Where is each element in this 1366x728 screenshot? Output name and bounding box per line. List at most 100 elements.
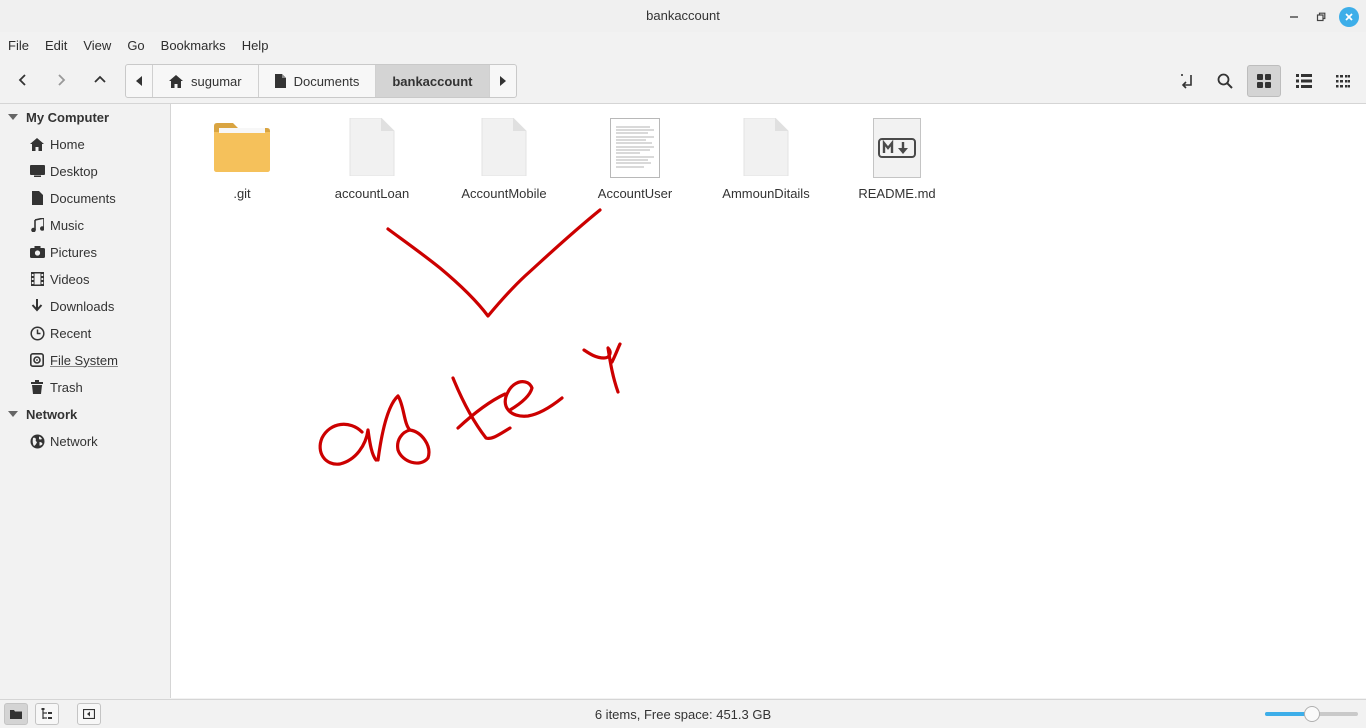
sidebar-item-label: Music — [50, 217, 84, 233]
document-icon — [274, 74, 286, 88]
status-bar: 6 items, Free space: 451.3 GB — [0, 699, 1366, 728]
file-item-readme[interactable]: README.md — [837, 118, 957, 201]
menu-help[interactable]: Help — [234, 35, 277, 59]
arrow-left-icon — [18, 74, 26, 86]
file-name: AmmounDitails — [722, 186, 810, 201]
trash-icon — [28, 380, 46, 394]
file-name: .git — [233, 186, 251, 201]
folder-icon — [182, 118, 302, 180]
breadcrumb-label: Documents — [293, 73, 360, 89]
menu-bookmarks[interactable]: Bookmarks — [153, 35, 234, 59]
sidebar-item-label: Home — [50, 136, 85, 152]
sidebar-item-label: Network — [50, 433, 98, 449]
sidebar-item-recent[interactable]: Recent — [28, 321, 91, 345]
search-button[interactable] — [1208, 65, 1242, 97]
sidebar-item-label: Pictures — [50, 244, 97, 260]
sidebar-item-home[interactable]: Home — [28, 132, 85, 156]
compact-view-button[interactable] — [1326, 65, 1360, 97]
sidebar-item-videos[interactable]: Videos — [28, 267, 90, 291]
sidebar-section-my-computer[interactable]: My Computer — [0, 105, 109, 129]
home-icon — [169, 74, 183, 88]
file-name: accountLoan — [334, 186, 410, 201]
title-bar: bankaccount — [0, 0, 1366, 32]
back-button[interactable] — [9, 67, 37, 93]
window-title: bankaccount — [646, 8, 720, 23]
menu-bar: File Edit View Go Bookmarks Help — [0, 35, 276, 59]
breadcrumb-documents[interactable]: Documents — [259, 65, 377, 97]
breadcrumb-label: bankaccount — [392, 73, 473, 89]
sidebar-item-downloads[interactable]: Downloads — [28, 294, 114, 318]
triangle-right-icon — [499, 76, 506, 86]
file-item-ammounditails[interactable]: AmmounDitails — [706, 118, 826, 201]
sidebar-item-desktop[interactable]: Desktop — [28, 159, 98, 183]
zoom-slider-handle[interactable] — [1303, 706, 1320, 722]
triangle-left-icon — [136, 76, 142, 86]
blank-file-icon — [706, 118, 826, 180]
sidebar-item-label: File System — [50, 352, 118, 368]
menu-file[interactable]: File — [0, 35, 37, 59]
handwritten-annotation — [318, 208, 622, 466]
sidebar-item-label: Downloads — [50, 298, 115, 314]
breadcrumb-left-button[interactable] — [126, 65, 153, 97]
sidebar-item-trash[interactable]: Trash — [28, 375, 83, 399]
breadcrumb-bankaccount[interactable]: bankaccount — [376, 65, 490, 97]
file-name: AccountUser — [597, 186, 673, 201]
file-item-accountmobile[interactable]: AccountMobile — [444, 118, 564, 201]
grid-view-icon — [1257, 74, 1271, 88]
document-icon — [28, 191, 46, 205]
home-icon — [28, 137, 46, 151]
file-item-accountuser[interactable]: AccountUser — [575, 118, 695, 201]
search-icon — [1217, 73, 1233, 89]
file-name: AccountMobile — [461, 186, 547, 201]
restore-icon — [1316, 12, 1326, 22]
desktop-icon — [28, 165, 46, 177]
menu-edit[interactable]: Edit — [37, 35, 75, 59]
compact-view-icon — [1336, 75, 1350, 88]
breadcrumb-label: sugumar — [191, 73, 242, 89]
file-name: README.md — [858, 186, 936, 201]
icon-view-button[interactable] — [1247, 65, 1281, 97]
sidebar-item-label: Videos — [50, 271, 90, 287]
camera-icon — [28, 246, 46, 258]
menu-go[interactable]: Go — [119, 35, 152, 59]
sidebar-item-documents[interactable]: Documents — [28, 186, 116, 210]
markdown-icon — [837, 118, 957, 180]
close-button[interactable] — [1339, 7, 1359, 27]
file-item-accountloan[interactable]: accountLoan — [312, 118, 432, 201]
breadcrumb-right-button[interactable] — [490, 65, 516, 97]
sidebar-item-label: Documents — [50, 190, 116, 206]
close-icon — [1345, 13, 1353, 21]
text-file-icon — [575, 118, 695, 180]
blank-file-icon — [444, 118, 564, 180]
minimize-button[interactable] — [1284, 7, 1304, 27]
file-item-git[interactable]: .git — [182, 118, 302, 201]
menu-view[interactable]: View — [75, 35, 119, 59]
forward-button[interactable] — [47, 67, 75, 93]
chevron-down-icon — [0, 410, 26, 418]
sidebar-item-label: Trash — [50, 379, 83, 395]
status-text: 6 items, Free space: 451.3 GB — [594, 707, 772, 722]
zoom-slider[interactable] — [1265, 706, 1358, 722]
section-label: My Computer — [26, 109, 110, 125]
sidebar-item-music[interactable]: Music — [28, 213, 84, 237]
sidebar-item-label: Recent — [50, 325, 92, 341]
chevron-down-icon — [0, 113, 26, 121]
globe-icon — [28, 434, 46, 449]
film-icon — [28, 272, 46, 286]
blank-file-icon — [312, 118, 432, 180]
minimize-icon — [1290, 16, 1298, 18]
maximize-button[interactable] — [1311, 7, 1331, 27]
clock-icon — [28, 325, 46, 341]
sidebar-section-network[interactable]: Network — [0, 402, 77, 426]
sidebar-item-file-system[interactable]: File System — [28, 348, 118, 372]
breadcrumb-sugumar[interactable]: sugumar — [153, 65, 259, 97]
music-icon — [28, 218, 46, 232]
sidebar-item-network[interactable]: Network — [28, 429, 98, 453]
download-icon — [28, 299, 46, 313]
up-button[interactable] — [86, 67, 114, 93]
list-view-button[interactable] — [1287, 65, 1321, 97]
sidebar-item-pictures[interactable]: Pictures — [28, 240, 97, 264]
arrow-right-icon — [58, 74, 66, 86]
breadcrumb: sugumar Documents bankaccount — [125, 64, 517, 98]
toggle-location-button[interactable] — [1170, 65, 1204, 97]
